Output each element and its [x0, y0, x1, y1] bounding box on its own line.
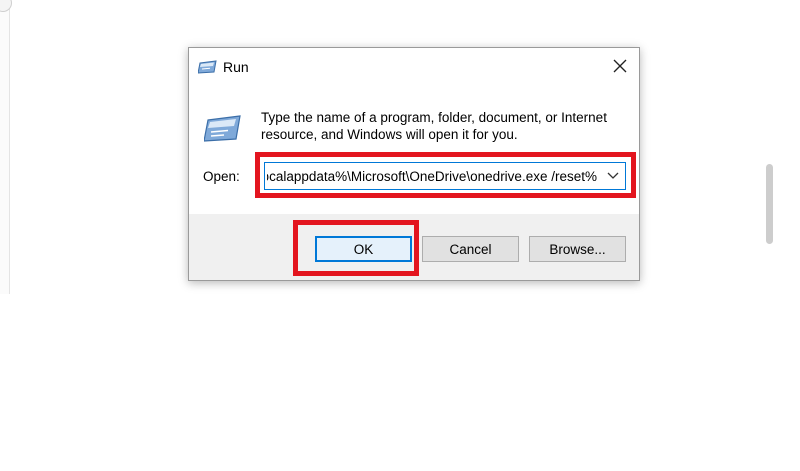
open-label: Open:: [203, 169, 240, 184]
close-icon: [613, 59, 627, 73]
button-bar: OK Cancel Browse...: [189, 214, 639, 280]
cancel-button[interactable]: Cancel: [422, 236, 519, 262]
browse-button[interactable]: Browse...: [529, 236, 626, 262]
chevron-down-icon[interactable]: [606, 170, 620, 182]
open-input[interactable]: [265, 163, 597, 189]
run-icon: [204, 115, 241, 142]
description-line-1: Type the name of a program, folder, docu…: [261, 110, 607, 125]
close-button[interactable]: [605, 52, 635, 80]
background-page-edge: [0, 0, 12, 294]
title-bar[interactable]: Run: [189, 48, 639, 86]
description-line-2: resource, and Windows will open it for y…: [261, 127, 518, 142]
run-icon: [198, 60, 217, 74]
ok-button[interactable]: OK: [315, 236, 412, 262]
dialog-description: Type the name of a program, folder, docu…: [261, 109, 631, 143]
dialog-title: Run: [223, 59, 249, 75]
run-dialog: Run Type the name of a program, folder, …: [188, 47, 640, 281]
open-combobox[interactable]: [264, 162, 626, 190]
background-page-corner: [0, 0, 12, 12]
scrollbar-thumb[interactable]: [766, 164, 773, 244]
